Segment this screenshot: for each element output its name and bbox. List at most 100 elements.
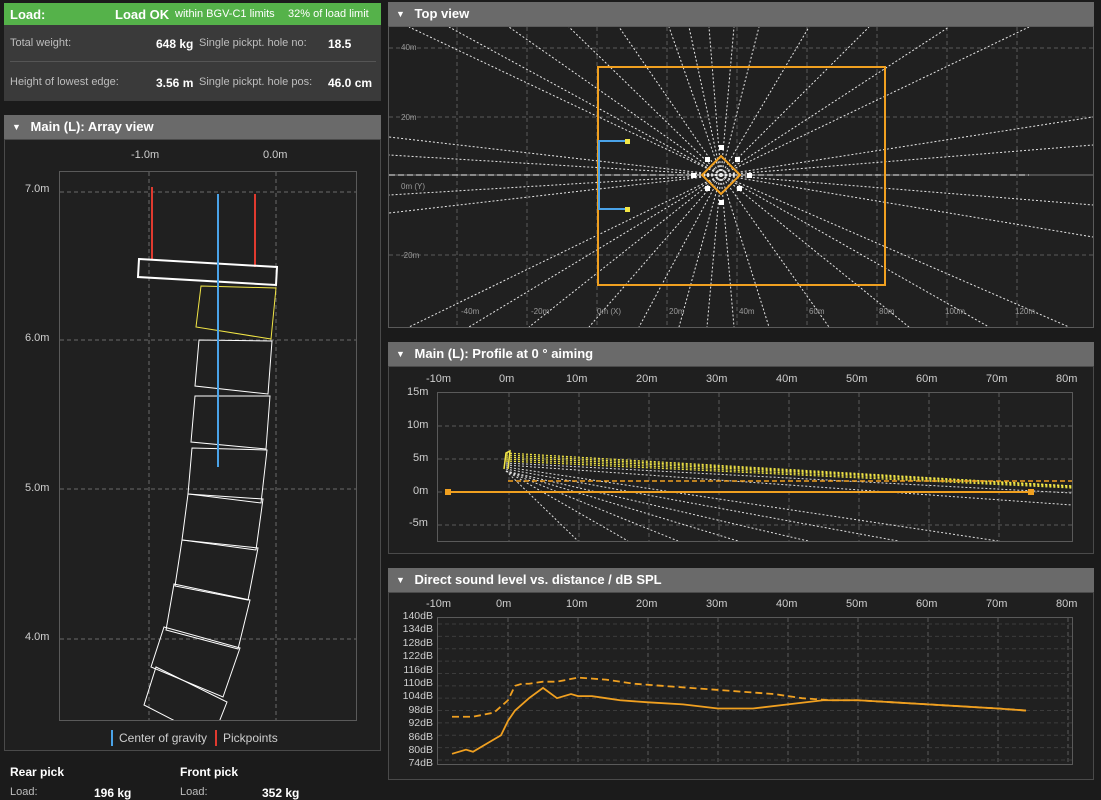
collapse-triangle-icon[interactable]: ▼ [396, 342, 405, 366]
top-x-tick-3: 20m [669, 307, 685, 316]
front-pick-title: Front pick [180, 765, 239, 779]
rear-load-value: 196 kg [94, 786, 132, 800]
array-x-tick-1: 0.0m [263, 149, 288, 161]
spl-x-tick-8: 70m [986, 598, 1008, 610]
hole-no-value: 18.5 [328, 37, 352, 51]
array-y-tick-2: 5.0m [25, 482, 50, 494]
top-x-tick-1: -20m [531, 307, 550, 316]
array-y-tick-1: 6.0m [25, 332, 50, 344]
collapse-triangle-icon[interactable]: ▼ [396, 2, 405, 26]
array-box-1 [195, 285, 277, 340]
legend-label-cog: Center of gravity [119, 731, 208, 745]
top-x-tick-8: 120m [1015, 307, 1036, 316]
total-weight-value: 648 kg [156, 37, 194, 51]
spl-x-tick-5: 40m [776, 598, 798, 610]
profile-x-tick-9: 80m [1056, 373, 1078, 385]
top-x-tick-5: 60m [809, 307, 825, 316]
legend-swatch-cog [111, 730, 113, 746]
top-view-plot[interactable]: 40m 20m 0m (Y) -20m -40m -20m 0m (X) 20m… [388, 26, 1094, 328]
profile-y-tick-3: 0m [413, 485, 429, 497]
array-box-3 [190, 395, 271, 450]
top-y-tick-3: -20m [401, 251, 420, 260]
array-view-header[interactable]: ▼ Main (L): Array view [4, 115, 381, 139]
venue-rectangle [597, 66, 886, 286]
hole-pos-value: 46.0 cm [328, 76, 373, 90]
top-view-title: Top view [414, 6, 470, 21]
spl-panel: -10m 0m 10m 20m 30m 40m 50m 60m 70m 80m 140dB 134d… [388, 592, 1094, 780]
spl-header[interactable]: ▼ Direct sound level vs. distance / dB S… [388, 568, 1094, 592]
profile-x-tick-1: 0m [499, 373, 515, 385]
top-x-tick-7: 100m [945, 307, 966, 316]
hole-pos-label: Single pickpt. hole pos: [199, 76, 313, 88]
top-x-tick-6: 80m [879, 307, 895, 316]
profile-x-tick-2: 10m [566, 373, 588, 385]
spl-y-tick-9: 86dB [408, 730, 433, 743]
profile-header[interactable]: ▼ Main (L): Profile at 0 ° aiming [388, 342, 1094, 366]
profile-x-tick-6: 50m [846, 373, 868, 385]
collapse-triangle-icon[interactable]: ▼ [12, 115, 21, 139]
profile-y-tick-4: -5m [409, 517, 428, 529]
profile-x-tick-0: -10m [426, 373, 452, 385]
array-x-tick-0: -1.0m [131, 149, 160, 161]
lowest-edge-value: 3.56 m [156, 76, 194, 90]
spl-chart [438, 618, 1072, 764]
spl-x-tick-6: 50m [846, 598, 868, 610]
rear-pick-title: Rear pick [10, 765, 65, 779]
spl-x-tick-9: 80m [1056, 598, 1078, 610]
spl-x-tick-4: 30m [706, 598, 728, 610]
spl-y-tick-6: 104dB [402, 690, 433, 703]
array-y-tick-3: 4.0m [25, 631, 50, 643]
array-drawing [60, 172, 356, 720]
spl-y-tick-8: 92dB [408, 717, 433, 730]
array-view-title: Main (L): Array view [30, 119, 154, 134]
spl-plot[interactable] [437, 617, 1073, 765]
collapse-triangle-icon[interactable]: ▼ [396, 568, 405, 592]
load-divider [10, 61, 376, 62]
profile-plot[interactable] [437, 392, 1073, 542]
load-limits: within BGV-C1 limits [175, 8, 275, 20]
array-plot[interactable] [59, 171, 357, 721]
profile-x-tick-7: 60m [916, 373, 938, 385]
speaker-rays [389, 27, 1093, 327]
load-status: Load OK [115, 7, 170, 22]
profile-y-tick-2: 5m [413, 452, 429, 464]
spl-y-tick-0: 140dB [402, 610, 433, 622]
hole-no-label: Single pickpt. hole no: [199, 37, 307, 49]
spl-title: Direct sound level vs. distance / dB SPL [414, 572, 662, 587]
spl-y-tick-2: 128dB [402, 636, 433, 649]
top-view-header[interactable]: ▼ Top view [388, 2, 1094, 26]
profile-x-tick-8: 70m [986, 373, 1008, 385]
spl-x-tick-1: 0m [496, 598, 512, 610]
spl-y-tick-5: 110dB [403, 677, 433, 689]
total-weight-label: Total weight: [10, 37, 72, 49]
legend-swatch-pickpoints [215, 730, 217, 746]
array-box-2 [194, 339, 273, 395]
spl-x-tick-2: 10m [566, 598, 588, 610]
rigging-frame [136, 257, 279, 287]
top-y-tick-2: 0m (Y) [401, 182, 425, 191]
profile-drawing [438, 393, 1072, 541]
lowest-edge-label: Height of lowest edge: [10, 76, 119, 88]
profile-title: Main (L): Profile at 0 ° aiming [414, 346, 594, 361]
top-x-tick-2: 0m (X) [597, 307, 621, 316]
array-y-tick-0: 7.0m [25, 183, 50, 195]
spl-x-tick-3: 20m [636, 598, 658, 610]
top-x-tick-0: -40m [461, 307, 480, 316]
front-load-value: 352 kg [262, 786, 300, 800]
top-y-tick-0: 40m [401, 43, 417, 52]
load-panel: Load: Load OK within BGV-C1 limits 32% o… [4, 3, 381, 101]
profile-x-tick-5: 40m [776, 373, 798, 385]
spl-y-tick-11: 74dB [408, 757, 433, 770]
profile-y-tick-1: 10m [407, 419, 429, 431]
rear-load-label: Load: [10, 786, 38, 798]
top-x-tick-4: 40m [739, 307, 755, 316]
load-percent: 32% of load limit [288, 8, 369, 20]
spl-x-tick-7: 60m [916, 598, 938, 610]
spl-y-tick-3: 122dB [402, 650, 433, 663]
spl-y-tick-7: 98dB [408, 703, 433, 716]
array-view-panel: -1.0m 0.0m 7.0m 6.0m 5.0m 4.0m Center of… [4, 139, 381, 751]
top-y-tick-1: 20m [401, 113, 417, 122]
spl-y-tick-1: 134dB [402, 623, 433, 636]
front-load-label: Load: [180, 786, 208, 798]
load-header: Load: Load OK within BGV-C1 limits 32% o… [4, 3, 381, 25]
